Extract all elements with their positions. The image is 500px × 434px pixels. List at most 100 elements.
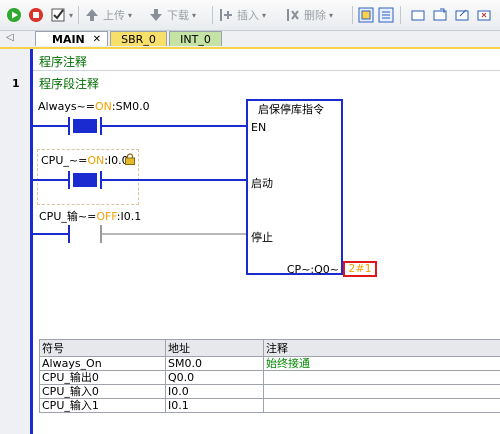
close-window-button[interactable]: [476, 6, 492, 24]
symbol-view-icon: [378, 7, 394, 23]
contact-label-1: Always~=ON:SM0.0: [38, 100, 150, 113]
network-gutter: 1: [0, 49, 30, 434]
column-header-comment[interactable]: 注释: [263, 339, 500, 357]
window-icon: [411, 10, 425, 21]
wire: [33, 179, 68, 181]
output-pin: CP~:Q0~: [286, 263, 339, 276]
address-cell[interactable]: I0.1: [165, 398, 264, 413]
output-value: 2#1: [348, 262, 372, 275]
download-dropdown-icon[interactable]: ▾: [192, 11, 196, 20]
symbol-table-header: 符号 地址 注释: [39, 339, 500, 357]
toolbar-separator: [212, 6, 213, 24]
new-window-button[interactable]: [432, 6, 448, 24]
contact-3-address: :I0.1: [116, 210, 142, 223]
function-block-title: 启保停库指令: [258, 103, 324, 116]
symbol-table: 符号 地址 注释 Always_On SM0.0 始终接通 CPU_输出0 Q0…: [39, 339, 500, 413]
contact-1-left-bar: [68, 117, 70, 135]
column-header-symbol[interactable]: 符号: [39, 339, 166, 357]
contact-label-3: CPU_输~=OFF:I0.1: [39, 208, 141, 224]
column-header-address[interactable]: 地址: [165, 339, 264, 357]
download-button[interactable]: 下载 ▾: [148, 6, 196, 24]
contact-2-operand: CPU_~=: [41, 154, 88, 167]
table-row[interactable]: CPU_输入0 I0.0: [39, 384, 500, 399]
tab-main-label: MAIN: [52, 33, 85, 46]
unpowered-wire: [102, 233, 246, 235]
comment-cell[interactable]: 始终接通: [263, 356, 500, 371]
comment-separator: [33, 70, 500, 71]
ladder-editor[interactable]: 1 程序注释 程序段注释 Always~=ON:SM0.0 CPU_~=ON:I…: [0, 49, 500, 434]
table-row[interactable]: CPU_输出0 Q0.0: [39, 370, 500, 385]
close-icon[interactable]: ✕: [93, 32, 101, 47]
compile-icon: [51, 8, 65, 22]
contact-2-state: ON: [87, 154, 105, 167]
tab-sbr-0-label: SBR_0: [121, 33, 156, 46]
symbol-view-button[interactable]: [378, 6, 394, 24]
address-cell[interactable]: I0.0: [165, 384, 264, 399]
compile-button[interactable]: ▾: [50, 6, 73, 24]
upload-icon: [86, 9, 98, 21]
download-icon: [150, 9, 162, 21]
delete-label: 删除: [304, 9, 326, 22]
lock-icon: [125, 153, 135, 165]
upload-dropdown-icon[interactable]: ▾: [128, 11, 132, 20]
toolbar-separator: [400, 6, 401, 24]
tab-sbr-0[interactable]: SBR_0: [110, 31, 167, 46]
contact-2-left-bar: [68, 171, 70, 189]
contact-3-left-bar[interactable]: [68, 225, 70, 243]
table-row[interactable]: CPU_输入1 I0.1: [39, 398, 500, 413]
tab-int-0-label: INT_0: [180, 33, 211, 46]
network-number: 1: [12, 77, 20, 90]
contact-3-operand: CPU_输~=: [39, 210, 97, 223]
output-value-highlight[interactable]: 2#1: [343, 261, 377, 277]
function-block[interactable]: 启保停库指令 EN 启动 停止 CP~:Q0~: [246, 99, 343, 276]
comment-cell[interactable]: [263, 384, 500, 399]
window-button[interactable]: [410, 6, 426, 24]
open-window-button[interactable]: [454, 6, 470, 24]
program-comment[interactable]: 程序注释: [39, 53, 87, 70]
network-comment[interactable]: 程序段注释: [39, 75, 99, 92]
address-cell[interactable]: SM0.0: [165, 356, 264, 371]
stop-button[interactable]: [28, 6, 44, 24]
symbol-cell[interactable]: CPU_输入0: [39, 384, 166, 399]
delete-button[interactable]: 删除 ▾: [285, 6, 333, 24]
network-view-icon: [358, 7, 374, 23]
stop-icon: [29, 8, 43, 22]
insert-button[interactable]: 插入 ▾: [218, 6, 266, 24]
contact-1-energized[interactable]: [73, 119, 97, 133]
upload-label: 上传: [103, 9, 125, 22]
insert-label: 插入: [237, 9, 259, 22]
table-row[interactable]: Always_On SM0.0 始终接通: [39, 356, 500, 371]
upload-button[interactable]: 上传 ▾: [84, 6, 132, 24]
new-window-icon: [433, 8, 447, 21]
wire: [102, 179, 246, 181]
comment-cell[interactable]: [263, 398, 500, 413]
symbol-cell[interactable]: CPU_输入1: [39, 398, 166, 413]
address-cell[interactable]: Q0.0: [165, 370, 264, 385]
contact-1-state: ON: [95, 100, 112, 113]
tab-scroll-left-icon[interactable]: ◁: [6, 32, 14, 43]
contact-2-energized[interactable]: [73, 173, 97, 187]
power-rail: [30, 49, 33, 434]
insert-dropdown-icon[interactable]: ▾: [262, 11, 266, 20]
wire: [102, 125, 246, 127]
pin-start: 启动: [251, 177, 273, 190]
toolbar: ▾ 上传 ▾ 下载 ▾ 插入 ▾ 删除 ▾: [0, 0, 500, 31]
delete-dropdown-icon[interactable]: ▾: [329, 11, 333, 20]
close-window-icon: [477, 10, 491, 21]
contact-label-2: CPU_~=ON:I0.0: [41, 154, 129, 167]
tab-main[interactable]: MAIN ✕: [35, 31, 108, 46]
comment-cell[interactable]: [263, 370, 500, 385]
symbol-cell[interactable]: Always_On: [39, 356, 166, 371]
run-button[interactable]: [6, 6, 22, 24]
tab-bar: ◁ MAIN ✕ SBR_0 INT_0: [0, 31, 500, 49]
download-label: 下载: [167, 9, 189, 22]
pin-en: EN: [251, 121, 267, 134]
toolbar-separator: [352, 6, 353, 24]
toolbar-separator: [78, 6, 79, 24]
tab-int-0[interactable]: INT_0: [169, 31, 222, 46]
wire: [33, 233, 68, 235]
run-icon: [7, 8, 21, 22]
compile-dropdown-icon[interactable]: ▾: [69, 11, 73, 20]
view-toggle-button[interactable]: [358, 6, 374, 24]
symbol-cell[interactable]: CPU_输出0: [39, 370, 166, 385]
